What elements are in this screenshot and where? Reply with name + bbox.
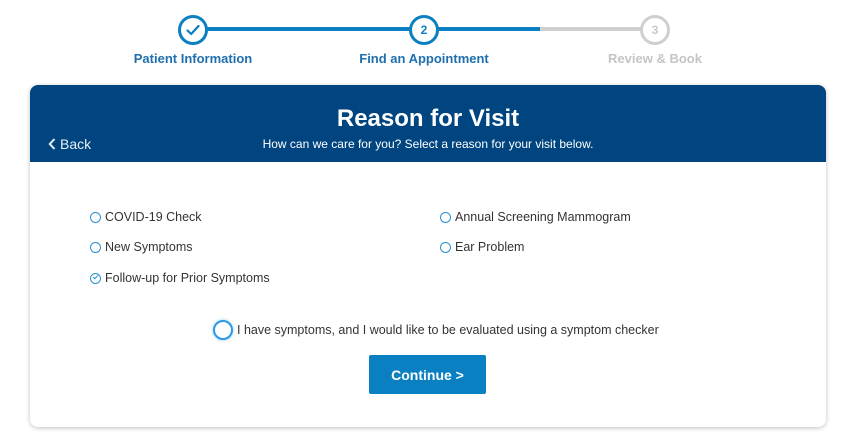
reason-option-new-symptoms[interactable]: New Symptoms <box>90 240 193 254</box>
step-3-indicator: 3 <box>640 15 670 45</box>
card-header: Reason for Visit How can we care for you… <box>30 85 826 162</box>
step-2-indicator: 2 <box>409 15 439 45</box>
back-label: Back <box>60 136 92 152</box>
step-connector-current <box>424 27 540 31</box>
reason-card: Reason for Visit How can we care for you… <box>30 85 826 427</box>
step-connector-completed <box>193 27 424 31</box>
radio-icon[interactable] <box>440 241 451 253</box>
radio-icon[interactable] <box>213 320 233 340</box>
radio-checked-icon[interactable] <box>90 272 101 284</box>
reason-option-label: Annual Screening Mammogram <box>455 210 631 224</box>
reason-option-label: Ear Problem <box>455 240 525 254</box>
chevron-left-icon <box>48 138 56 150</box>
radio-icon[interactable] <box>440 211 451 223</box>
symptom-checker-option[interactable]: I have symptoms, and I would like to be … <box>213 320 659 340</box>
step-connector-upcoming <box>540 27 655 31</box>
back-button[interactable]: Back <box>48 136 91 152</box>
step-1-label: Patient Information <box>133 51 253 66</box>
step-2-label: Find an Appointment <box>359 51 489 66</box>
progress-stepper: 2 3 Patient Information Find an Appointm… <box>0 0 849 80</box>
reason-option-label: COVID-19 Check <box>105 210 202 224</box>
reason-option-follow-up[interactable]: Follow-up for Prior Symptoms <box>90 271 270 285</box>
reason-option-label: New Symptoms <box>105 240 193 254</box>
symptom-checker-label: I have symptoms, and I would like to be … <box>237 323 659 337</box>
radio-icon[interactable] <box>90 241 101 253</box>
page-title: Reason for Visit <box>336 105 520 132</box>
reason-option-mammogram[interactable]: Annual Screening Mammogram <box>440 210 631 224</box>
step-1-indicator <box>178 15 208 45</box>
step-3-label: Review & Book <box>608 51 702 66</box>
continue-button[interactable]: Continue > <box>369 355 486 394</box>
check-icon <box>186 24 200 36</box>
reason-option-label: Follow-up for Prior Symptoms <box>105 271 270 285</box>
page-subtitle: How can we care for you? Select a reason… <box>262 137 594 151</box>
reason-option-covid-check[interactable]: COVID-19 Check <box>90 210 202 224</box>
radio-icon[interactable] <box>90 211 101 223</box>
reason-option-ear-problem[interactable]: Ear Problem <box>440 240 524 254</box>
